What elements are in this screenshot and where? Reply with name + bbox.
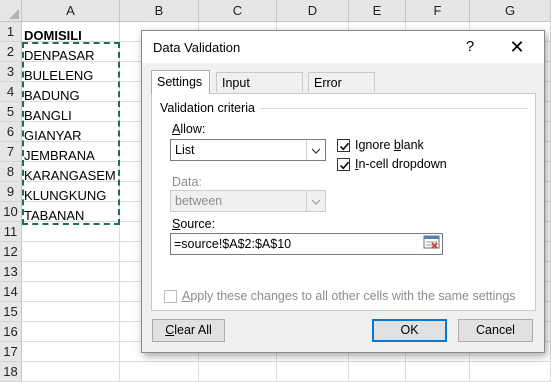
source-input-value: =source!$A$2:$A$10 [174,237,292,251]
apply-all-checkbox[interactable] [164,290,177,303]
dialog-title: Data Validation [153,40,241,55]
grid-cell[interactable] [349,362,406,382]
grid-cell[interactable] [470,362,551,382]
row-header-1[interactable]: 1 [0,22,22,42]
column-header-a[interactable]: A [22,0,120,22]
chevron-down-icon[interactable] [306,191,325,211]
column-header-c[interactable]: C [199,0,277,22]
row-header-17[interactable]: 17 [0,342,22,362]
incell-dropdown-label[interactable]: In-cell dropdown [355,157,447,171]
row-header-10[interactable]: 10 [0,202,22,222]
apply-all-label[interactable]: Apply these changes to all other cells w… [182,289,516,303]
data-select-value: between [175,194,223,208]
grid-cell[interactable] [22,342,120,362]
grid-cell[interactable] [22,282,120,302]
allow-select[interactable]: List [170,139,326,161]
row-header-5[interactable]: 5 [0,102,22,122]
checkmark-icon [339,161,350,170]
grid-cell[interactable] [120,362,199,382]
row-header-18[interactable]: 18 [0,362,22,382]
column-header-g[interactable]: G [470,0,551,22]
data-validation-dialog: Data Validation ? ✕ Settings Input Messa… [141,30,545,353]
source-label: Source: [172,217,216,231]
ok-button[interactable]: OK [372,319,447,342]
select-all-corner[interactable] [0,0,22,22]
grid-cell[interactable] [199,362,277,382]
row-header-16[interactable]: 16 [0,322,22,342]
group-divider [260,108,528,109]
grid-cell[interactable] [22,302,120,322]
cancel-button[interactable]: Cancel [458,319,533,342]
dialog-titlebar[interactable]: Data Validation ? ✕ [142,31,544,63]
row-header-13[interactable]: 13 [0,262,22,282]
data-label: Data: [172,175,202,189]
ignore-blank-label[interactable]: Ignore blank [355,138,424,152]
allow-label: Allow: [172,122,206,136]
row-header-9[interactable]: 9 [0,182,22,202]
source-input[interactable]: =source!$A$2:$A$10 [170,233,443,255]
tab-error-alert[interactable]: Error Alert [308,72,375,110]
column-header-d[interactable]: D [277,0,349,22]
column-header-b[interactable]: B [120,0,199,22]
incell-dropdown-checkbox[interactable] [337,158,350,171]
grid-cell[interactable] [22,362,120,382]
grid-cell[interactable] [22,322,120,342]
validation-criteria-heading: Validation criteria [160,101,259,115]
allow-select-value: List [175,143,195,157]
row-header-11[interactable]: 11 [0,222,22,242]
chevron-down-icon[interactable] [306,140,325,160]
grid-cell[interactable] [277,362,349,382]
row-header-15[interactable]: 15 [0,302,22,322]
row-header-2[interactable]: 2 [0,42,22,62]
grid-cell[interactable] [406,362,470,382]
row-header-12[interactable]: 12 [0,242,22,262]
row-header-7[interactable]: 7 [0,142,22,162]
tab-input-message[interactable]: Input Message [216,72,303,110]
tab-settings[interactable]: Settings [151,70,210,94]
data-select[interactable]: between [170,190,326,212]
close-button[interactable]: ✕ [503,35,531,59]
column-header-f[interactable]: F [406,0,470,22]
column-header-e[interactable]: E [349,0,406,22]
row-header-8[interactable]: 8 [0,162,22,182]
checkmark-icon [339,142,350,151]
copy-selection-marquee [22,42,120,225]
row-header-3[interactable]: 3 [0,62,22,82]
ignore-blank-checkbox[interactable] [337,139,350,152]
grid-cell[interactable] [22,242,120,262]
row-header-4[interactable]: 4 [0,82,22,102]
settings-panel: Validation criteria Allow: List Ignore b… [151,93,536,311]
range-picker-icon[interactable] [423,235,443,253]
row-header-14[interactable]: 14 [0,282,22,302]
clear-all-button[interactable]: Clear All [152,319,225,342]
grid-cell[interactable] [22,262,120,282]
row-header-6[interactable]: 6 [0,122,22,142]
help-button[interactable]: ? [458,37,482,57]
